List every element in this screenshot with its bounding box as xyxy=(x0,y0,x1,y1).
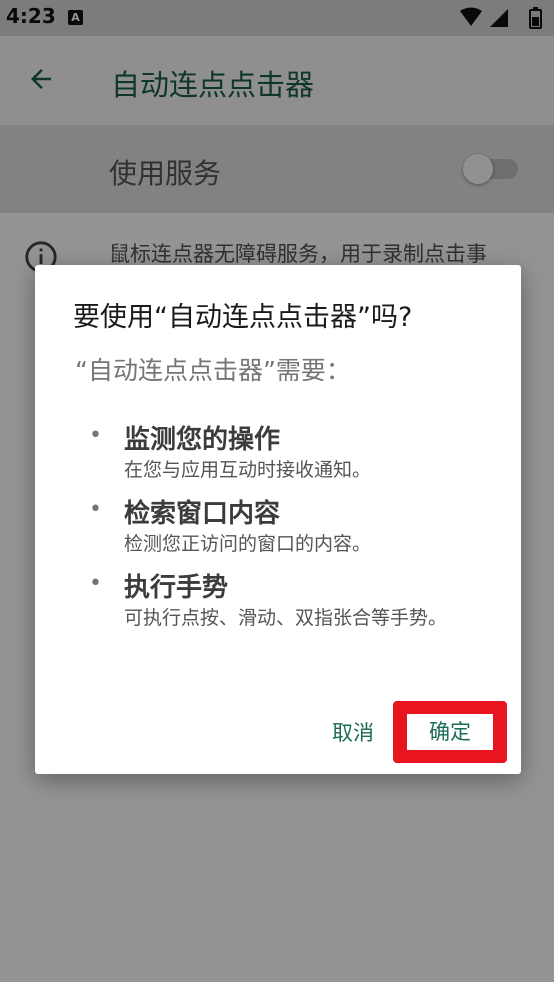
permission-title: 执行手势 xyxy=(124,573,229,603)
dialog-title: 要使用“自动连点点击器”吗? xyxy=(73,302,413,333)
confirm-button[interactable]: 确定 xyxy=(407,714,493,750)
permission-title: 检索窗口内容 xyxy=(124,499,281,529)
dialog-subtitle: “自动连点点击器”需要： xyxy=(75,356,351,385)
permission-description: 在您与应用互动时接收通知。 xyxy=(124,459,372,481)
bullet: • xyxy=(89,571,102,596)
bullet: • xyxy=(89,497,102,522)
screen: 4:23 A 自动连点点击器 使用服务 鼠标连点器无障碍服务，用于录制点击事 要… xyxy=(0,0,554,982)
permission-dialog: 要使用“自动连点点击器”吗? “自动连点点击器”需要： • 监测您的操作 在您与… xyxy=(35,265,521,774)
cancel-button[interactable]: 取消 xyxy=(318,713,388,753)
permission-title: 监测您的操作 xyxy=(124,425,281,455)
bullet: • xyxy=(89,423,102,448)
permission-description: 可执行点按、滑动、双指张合等手势。 xyxy=(124,607,448,629)
permission-description: 检测您正访问的窗口的内容。 xyxy=(124,533,372,555)
